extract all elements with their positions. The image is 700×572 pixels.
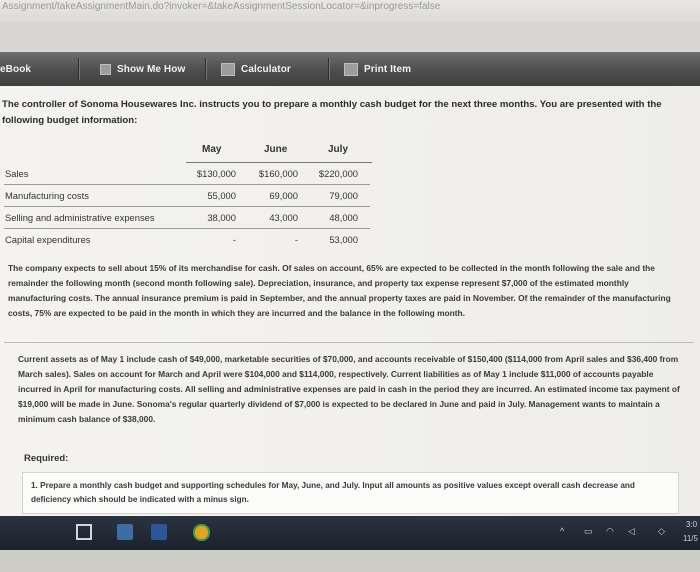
chevron-up-icon[interactable]: ^ bbox=[560, 526, 564, 536]
problem-content: The controller of Sonoma Housewares Inc.… bbox=[0, 86, 700, 516]
show-me-how-label: Show Me How bbox=[117, 63, 186, 75]
intro-text: The controller of Sonoma Housewares Inc.… bbox=[2, 99, 662, 126]
cell-sales-july: $220,000 bbox=[318, 168, 358, 179]
row-label-selling-admin: Selling and administrative expenses bbox=[5, 212, 155, 223]
ebook-button[interactable]: eBook bbox=[0, 52, 31, 86]
collection-paragraph: The company expects to sell about 15% of… bbox=[8, 263, 671, 318]
row-label-manufacturing: Manufacturing costs bbox=[5, 190, 89, 201]
show-me-how-button[interactable]: Show Me How bbox=[100, 52, 185, 86]
row-divider bbox=[4, 184, 370, 185]
requirement-text: 1. Prepare a monthly cash budget and sup… bbox=[31, 481, 635, 504]
calculator-icon bbox=[221, 62, 235, 76]
volume-icon[interactable]: ◁ bbox=[628, 526, 635, 537]
cell-sales-may: $130,000 bbox=[196, 168, 236, 179]
assignment-toolbar: eBook Show Me How Calculator Print Item bbox=[0, 52, 700, 87]
os-taskbar: ^ ▭ ◠ ◁ ◇ 3:0 11/5 bbox=[0, 516, 700, 550]
chrome-icon[interactable] bbox=[193, 524, 210, 541]
cell-selling-admin-may: 38,000 bbox=[207, 212, 236, 223]
task-view-icon[interactable] bbox=[76, 524, 92, 540]
current-assets-paragraph: Current assets as of May 1 include cash … bbox=[18, 354, 680, 424]
toolbar-divider bbox=[78, 58, 80, 80]
word-icon[interactable] bbox=[151, 524, 167, 540]
section-divider bbox=[4, 342, 694, 343]
required-heading: Required: bbox=[24, 453, 69, 464]
cell-capital-july: 53,000 bbox=[329, 234, 358, 245]
cell-manufacturing-july: 79,000 bbox=[329, 190, 358, 201]
notification-icon[interactable]: ◇ bbox=[658, 526, 665, 537]
address-bar[interactable]: Assignment/takeAssignmentMain.do?invoker… bbox=[0, 0, 700, 22]
battery-icon[interactable]: ▭ bbox=[584, 526, 593, 537]
url-text: Assignment/takeAssignmentMain.do?invoker… bbox=[2, 1, 441, 12]
ebook-label: eBook bbox=[0, 63, 32, 75]
print-item-label: Print Item bbox=[364, 63, 412, 75]
toolbar-divider bbox=[328, 58, 330, 80]
row-label-capital: Capital expenditures bbox=[5, 234, 91, 245]
cell-sales-june: $160,000 bbox=[258, 168, 298, 179]
month-header-june: June bbox=[264, 144, 288, 155]
calculator-button[interactable]: Calculator bbox=[221, 52, 291, 86]
cell-capital-june: - bbox=[294, 234, 298, 245]
monitor-bezel bbox=[0, 550, 700, 572]
cell-selling-admin-june: 43,000 bbox=[269, 212, 298, 223]
row-label-sales: Sales bbox=[5, 168, 29, 179]
requirement-box: 1. Prepare a monthly cash budget and sup… bbox=[22, 472, 679, 514]
cell-manufacturing-may: 55,000 bbox=[207, 190, 236, 201]
row-divider bbox=[4, 228, 370, 229]
print-item-button[interactable]: Print Item bbox=[344, 52, 411, 86]
print-icon bbox=[344, 62, 358, 76]
cell-selling-admin-july: 48,000 bbox=[329, 212, 358, 223]
cell-manufacturing-june: 69,000 bbox=[269, 190, 298, 201]
wifi-icon[interactable]: ◠ bbox=[606, 526, 614, 537]
cell-capital-may: - bbox=[232, 234, 236, 245]
header-rule bbox=[186, 162, 372, 163]
play-icon bbox=[100, 63, 111, 75]
month-header-may: May bbox=[202, 144, 222, 155]
clock-date[interactable]: 11/5 bbox=[683, 534, 698, 543]
row-divider bbox=[4, 206, 370, 207]
clock-time[interactable]: 3:0 bbox=[686, 520, 697, 529]
toolbar-divider bbox=[205, 58, 207, 80]
month-header-july: July bbox=[328, 144, 349, 155]
calculator-label: Calculator bbox=[241, 63, 291, 75]
file-explorer-icon[interactable] bbox=[117, 524, 133, 540]
